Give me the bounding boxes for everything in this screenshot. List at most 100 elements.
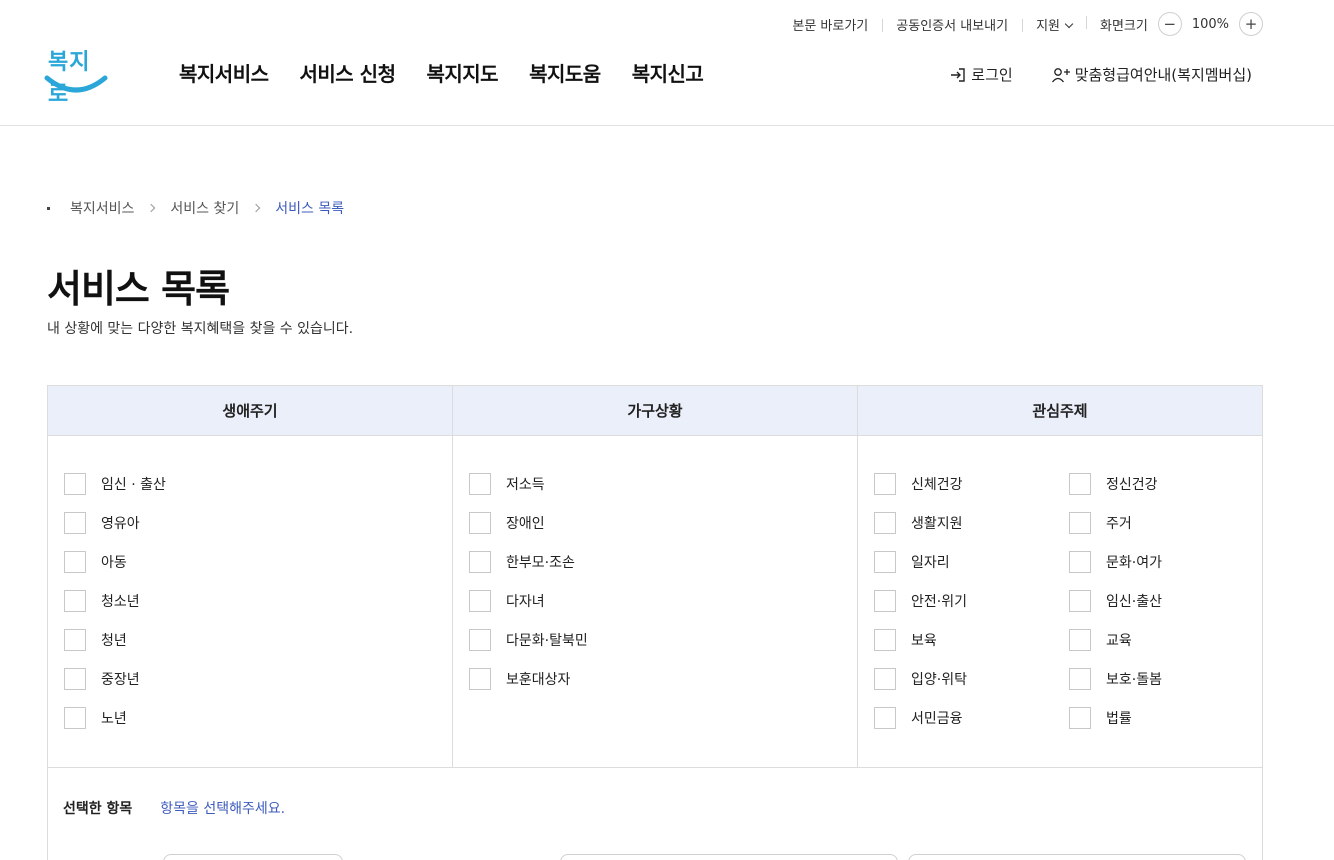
checkbox[interactable] (874, 511, 896, 534)
option-label: 안전·위기 (911, 593, 967, 610)
topic-option[interactable]: 생활지원 (874, 503, 1053, 542)
checkbox[interactable] (469, 667, 491, 690)
checkbox[interactable] (874, 667, 896, 690)
checkbox[interactable] (64, 589, 86, 612)
lifecycle-option[interactable]: 청소년 (64, 581, 452, 620)
household-option[interactable]: 다문화·탈북민 (469, 620, 857, 659)
lifecycle-option[interactable]: 청년 (64, 620, 452, 659)
checkbox[interactable] (874, 550, 896, 573)
checkbox[interactable] (1069, 511, 1091, 534)
lifecycle-option[interactable]: 아동 (64, 542, 452, 581)
lifecycle-column: 임신 · 출산 영유아 아동 청소년 청년 중장년 노년 (48, 436, 452, 767)
breadcrumb-find-service[interactable]: 서비스 찾기 (170, 198, 239, 218)
checkbox[interactable] (1069, 667, 1091, 690)
membership-label: 맞춤형급여안내(복지멤버십) (1074, 66, 1252, 84)
header-household: 가구상황 (452, 386, 857, 435)
site-logo[interactable]: 복지로 (44, 44, 108, 107)
topic-option[interactable]: 정신건강 (1069, 464, 1248, 503)
lifecycle-option[interactable]: 임신 · 출산 (64, 464, 452, 503)
checkbox[interactable] (64, 667, 86, 690)
checkbox[interactable] (874, 472, 896, 495)
filter-body: 임신 · 출산 영유아 아동 청소년 청년 중장년 노년 저소득 장애인 한부모… (48, 436, 1262, 768)
option-label: 저소득 (506, 476, 545, 493)
option-label: 임신 · 출산 (101, 476, 166, 493)
topic-option[interactable]: 신체건강 (874, 464, 1053, 503)
checkbox[interactable] (64, 628, 86, 651)
page-title: 서비스 목록 (47, 267, 230, 311)
option-label: 중장년 (101, 671, 140, 688)
checkbox[interactable] (469, 550, 491, 573)
checkbox[interactable] (1069, 472, 1091, 495)
membership-link[interactable]: 맞춤형급여안내(복지멤버십) (1051, 64, 1252, 85)
household-option[interactable]: 장애인 (469, 503, 857, 542)
checkbox[interactable] (469, 628, 491, 651)
search-control[interactable] (560, 854, 898, 860)
checkbox[interactable] (469, 589, 491, 612)
checkbox[interactable] (1069, 550, 1091, 573)
option-label: 청소년 (101, 593, 140, 610)
nav-welfare-map[interactable]: 복지지도 (426, 58, 498, 87)
home-bullet-icon (47, 206, 50, 210)
checkbox[interactable] (874, 628, 896, 651)
household-option[interactable]: 한부모·조손 (469, 542, 857, 581)
option-label: 문화·여가 (1106, 554, 1162, 571)
option-label: 장애인 (506, 515, 545, 532)
topic-option[interactable]: 임신·출산 (1069, 581, 1248, 620)
checkbox[interactable] (1069, 628, 1091, 651)
lifecycle-option[interactable]: 영유아 (64, 503, 452, 542)
add-user-icon (1051, 67, 1070, 82)
checkbox[interactable] (64, 550, 86, 573)
topic-option[interactable]: 법률 (1069, 698, 1248, 737)
checkbox[interactable] (64, 706, 86, 729)
topic-option[interactable]: 주거 (1069, 503, 1248, 542)
breadcrumb-welfare-service[interactable]: 복지서비스 (70, 198, 134, 218)
nav-service-apply[interactable]: 서비스 신청 (300, 58, 396, 87)
chevron-down-icon (1064, 19, 1074, 28)
nav-welfare-service[interactable]: 복지서비스 (179, 58, 269, 87)
checkbox[interactable] (1069, 589, 1091, 612)
chevron-right-icon (147, 203, 156, 213)
zoom-in-button[interactable]: + (1239, 12, 1263, 36)
household-option[interactable]: 저소득 (469, 464, 857, 503)
checkbox[interactable] (64, 472, 86, 495)
lifecycle-option[interactable]: 중장년 (64, 659, 452, 698)
checkbox[interactable] (64, 511, 86, 534)
smile-logo-icon (44, 75, 108, 93)
option-label: 법률 (1106, 710, 1132, 727)
login-link[interactable]: 로그인 (949, 64, 1013, 85)
topic-option[interactable]: 일자리 (874, 542, 1053, 581)
search-control[interactable] (908, 854, 1246, 860)
cert-export-link[interactable]: 공동인증서 내보내기 (882, 15, 1022, 34)
support-label: 지원 (1036, 18, 1060, 34)
topic-option[interactable]: 보육 (874, 620, 1053, 659)
household-option[interactable]: 보훈대상자 (469, 659, 857, 698)
topic-option[interactable]: 서민금융 (874, 698, 1053, 737)
option-label: 입양·위탁 (911, 671, 967, 688)
topic-option[interactable]: 안전·위기 (874, 581, 1053, 620)
skip-to-content-link[interactable]: 본문 바로가기 (778, 15, 882, 34)
checkbox[interactable] (469, 472, 491, 495)
support-dropdown[interactable]: 지원 (1022, 15, 1086, 34)
zoom-control: 화면크기 − 100% + (1085, 12, 1263, 36)
household-option[interactable]: 다자녀 (469, 581, 857, 620)
topic-option[interactable]: 교육 (1069, 620, 1248, 659)
checkbox[interactable] (874, 706, 896, 729)
topic-option[interactable]: 보호·돌봄 (1069, 659, 1248, 698)
topic-option[interactable]: 문화·여가 (1069, 542, 1248, 581)
login-label: 로그인 (971, 66, 1013, 84)
zoom-out-button[interactable]: − (1157, 12, 1182, 36)
nav-welfare-help[interactable]: 복지도움 (529, 58, 601, 87)
search-control[interactable] (163, 854, 343, 860)
option-label: 교육 (1106, 632, 1132, 649)
topic-option[interactable]: 입양·위탁 (874, 659, 1053, 698)
lifecycle-option[interactable]: 노년 (64, 698, 452, 737)
checkbox[interactable] (1069, 706, 1091, 729)
nav-welfare-report[interactable]: 복지신고 (632, 58, 704, 87)
household-column: 저소득 장애인 한부모·조손 다자녀 다문화·탈북민 보훈대상자 (452, 436, 857, 767)
option-label: 신체건강 (911, 476, 963, 493)
selected-items-label: 선택한 항목 (63, 801, 133, 817)
checkbox[interactable] (874, 589, 896, 612)
option-label: 생활지원 (911, 515, 963, 532)
option-label: 정신건강 (1106, 476, 1158, 493)
checkbox[interactable] (469, 511, 491, 534)
